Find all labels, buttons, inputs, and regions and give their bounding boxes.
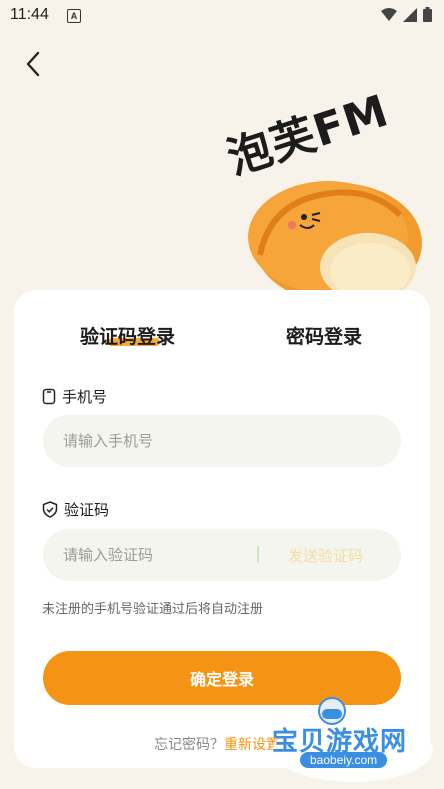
code-input[interactable] [43,529,303,581]
wifi-icon [381,7,397,21]
send-code-button[interactable]: 发送验证码 [288,545,363,566]
code-label: 验证码 [42,499,109,520]
tab-password-login[interactable]: 密码登录 [286,322,362,349]
send-code-divider [257,546,259,563]
chevron-left-icon [26,51,40,77]
watermark-url: baobeiy.com [300,752,388,768]
tab-code-login[interactable]: 验证码登录 [80,322,175,349]
phone-input[interactable] [43,415,303,467]
forgot-password-text: 忘记密码？ [154,737,224,753]
phone-label-text: 手机号 [62,388,108,406]
notification-icon: A [67,9,81,23]
code-label-text: 验证码 [64,501,110,519]
shield-check-icon [42,501,58,518]
phone-icon [42,388,56,405]
forgot-password-row: 忘记密码？重新设置 [154,734,280,754]
signal-icon [403,7,417,22]
status-icons [381,7,432,22]
auto-register-hint: 未注册的手机号验证通过后将自动注册 [42,602,264,617]
phone-input-container [43,415,401,467]
phone-label: 手机号 [42,386,107,407]
code-input-container: 发送验证码 [43,529,401,581]
status-bar: 11:44 A [0,0,444,32]
status-time: 11:44 [10,6,49,23]
back-button[interactable] [18,48,50,80]
battery-icon [423,7,432,22]
